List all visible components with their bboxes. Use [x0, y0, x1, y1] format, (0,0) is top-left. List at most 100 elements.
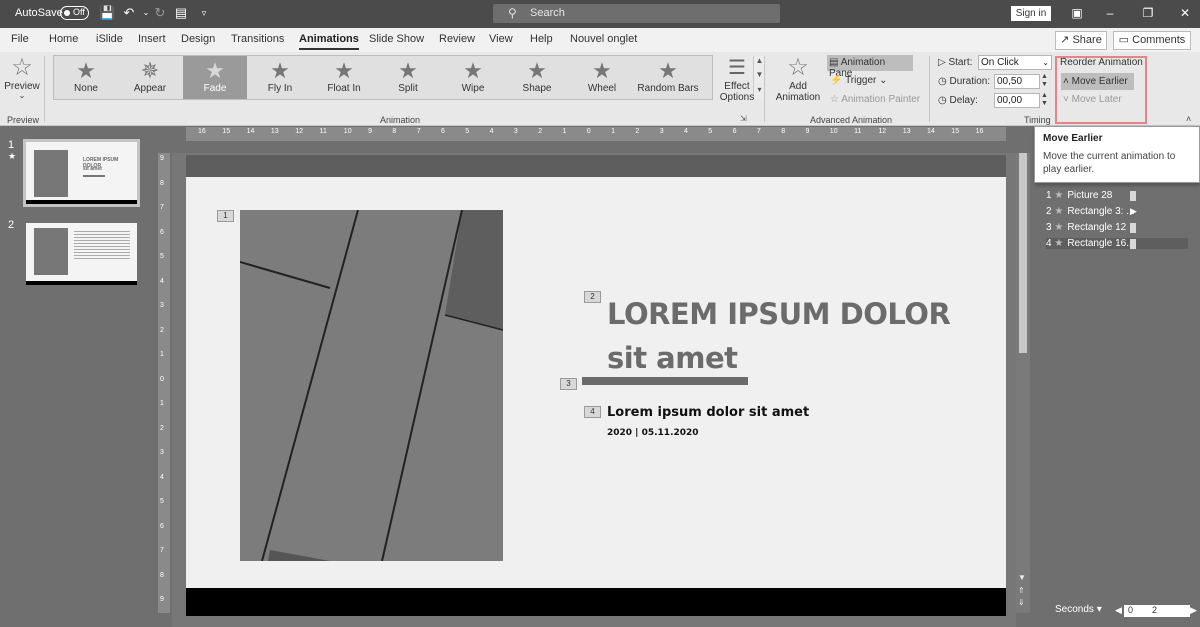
duration-spinner-icon[interactable]: ▲ ▼	[1041, 73, 1048, 89]
tab-file[interactable]: File	[11, 33, 29, 45]
slide-thumbnails-pane: 1 ★ LOREM IPSUM DOLOR sit amet 2	[0, 127, 156, 627]
reorder-highlight-box	[1055, 56, 1147, 124]
ruler-tick: 3	[160, 449, 164, 456]
thumb-bottom-bar	[26, 281, 137, 285]
effect-options-label-2: Options	[719, 92, 755, 103]
animation-split[interactable]: ★ Split	[376, 56, 440, 99]
autosave-toggle[interactable]: Off	[60, 6, 89, 20]
chevron-down-icon: ⌄	[18, 91, 26, 100]
delay-field[interactable]: 00,00	[994, 93, 1040, 108]
duration-value: 00,50	[997, 76, 1023, 87]
timeline-right-icon[interactable]: ▶	[1190, 605, 1197, 616]
tab-insert[interactable]: Insert	[138, 33, 166, 45]
animation-tag-4[interactable]: 4	[584, 406, 601, 418]
start-dropdown[interactable]: On Click ⌄	[978, 55, 1052, 70]
redo-icon[interactable]: ↻	[152, 5, 168, 21]
timeline-left-icon[interactable]: ◀	[1115, 605, 1122, 616]
ribbon: ☆ Preview ⌄ Preview ★ None ✵ Appear ★ Fade …	[0, 52, 1200, 126]
close-icon[interactable]: ✕	[1175, 4, 1195, 22]
preview-button[interactable]: ☆ Preview ⌄	[4, 55, 40, 100]
animation-wheel[interactable]: ★ Wheel	[570, 56, 634, 99]
animation-tag-3[interactable]: 3	[560, 378, 577, 390]
move-earlier-tooltip: Move Earlier Move the current animation …	[1034, 126, 1200, 183]
anim-item-3[interactable]: 3 ★ Rectangle 12	[1046, 222, 1126, 233]
slide-divider-bar[interactable]	[582, 377, 748, 385]
timeline-mark: 2	[1152, 605, 1158, 615]
seconds-dropdown[interactable]: Seconds ▾	[1055, 604, 1102, 615]
timing-group-label: Timing	[1024, 115, 1051, 125]
tab-home[interactable]: Home	[49, 33, 78, 45]
anim-item-1[interactable]: 1 ★ Picture 28	[1046, 190, 1112, 201]
tab-design[interactable]: Design	[181, 33, 215, 45]
animation-float-in[interactable]: ★ Float In	[312, 56, 376, 99]
sign-in-button[interactable]: Sign in	[1011, 6, 1051, 21]
anim-timing-bar[interactable]	[1130, 191, 1136, 201]
anim-timing-bar[interactable]	[1130, 223, 1136, 233]
anim-timing-bar[interactable]	[1130, 239, 1136, 249]
thumb-text-lines	[74, 231, 130, 261]
previous-slide-icon[interactable]: ⇑	[1018, 586, 1025, 595]
slide-thumbnail-1[interactable]: LOREM IPSUM DOLOR sit amet	[23, 139, 140, 207]
ruler-tick: 2	[160, 424, 164, 432]
comments-button[interactable]: ▭ Comments	[1113, 31, 1191, 50]
scroll-thumb[interactable]	[1019, 153, 1027, 353]
animation-label: None	[74, 83, 98, 94]
animation-wipe[interactable]: ★ Wipe	[441, 56, 505, 99]
animation-appear[interactable]: ✵ Appear	[118, 56, 182, 99]
tab-view[interactable]: View	[489, 33, 513, 45]
slide-dateline[interactable]: 2020 | 05.11.2020	[607, 428, 699, 438]
animation-fade[interactable]: ★ Fade	[183, 56, 247, 99]
present-icon[interactable]: ▤	[173, 5, 189, 21]
ribbon-display-icon[interactable]: ▣	[1067, 4, 1087, 22]
trigger-button[interactable]: ⚡ Trigger ⌄	[830, 75, 888, 86]
tab-help[interactable]: Help	[530, 33, 553, 45]
timeline-scale[interactable]: 0 2	[1124, 605, 1190, 617]
animation-label: Shape	[522, 83, 552, 94]
tab-nouvel-onglet[interactable]: Nouvel onglet	[570, 33, 637, 45]
search-box[interactable]: ⚲ Search	[493, 4, 780, 23]
slide-top-margin	[186, 155, 1006, 177]
undo-icon[interactable]: ↶	[121, 5, 137, 21]
vertical-scrollbar[interactable]: ▼ ⇑ ⇓	[1016, 153, 1030, 613]
customize-qat-icon[interactable]: ▿	[196, 5, 212, 21]
animation-none[interactable]: ★ None	[54, 56, 118, 99]
slide-subtitle[interactable]: Lorem ipsum dolor sit amet	[607, 405, 809, 420]
slide-photo[interactable]	[240, 210, 503, 561]
animation-random-bars[interactable]: ★ Random Bars	[634, 56, 702, 99]
anim-item-name: Picture 28	[1067, 190, 1113, 201]
next-slide-icon[interactable]: ⇓	[1018, 598, 1025, 607]
animation-pane-button[interactable]: ▤ Animation Pane	[827, 55, 913, 79]
tab-animations[interactable]: Animations	[299, 33, 359, 50]
animation-painter-button[interactable]: ☆ Animation Painter	[830, 94, 920, 105]
tab-islide[interactable]: iSlide	[96, 33, 123, 45]
anim-item-4[interactable]: 4 ★ Rectangle 16...	[1046, 238, 1188, 249]
animation-shape[interactable]: ★ Shape	[505, 56, 569, 99]
animation-fly-in[interactable]: ★ Fly In	[248, 56, 312, 99]
dialog-launcher-icon[interactable]: ⇲	[740, 114, 747, 123]
add-animation-button[interactable]: ☆ Add Animation	[770, 55, 826, 104]
star-icon: ★	[398, 58, 418, 83]
anim-item-2[interactable]: 2 ★ Rectangle 3: ...	[1046, 206, 1135, 217]
animation-tag-2[interactable]: 2	[584, 291, 601, 303]
tab-slide-show[interactable]: Slide Show	[369, 33, 424, 45]
tab-transitions[interactable]: Transitions	[231, 33, 284, 45]
slide-heading[interactable]: LOREM IPSUM DOLOR sit amet	[607, 292, 997, 380]
share-button[interactable]: ↗ Share	[1055, 31, 1107, 50]
duration-field[interactable]: 00,50	[994, 74, 1040, 89]
collapse-ribbon-icon[interactable]: ˄	[1186, 114, 1191, 124]
animation-label: Random Bars	[637, 83, 699, 94]
lightning-icon: ⚡	[830, 75, 843, 86]
separator	[929, 56, 930, 122]
delay-spinner-icon[interactable]: ▲ ▼	[1041, 92, 1048, 108]
effect-options-button[interactable]: ☰ Effect Options	[717, 55, 757, 103]
restore-icon[interactable]: ❐	[1138, 4, 1158, 22]
minimize-icon[interactable]: –	[1100, 4, 1120, 22]
animation-tag-1[interactable]: 1	[217, 210, 234, 222]
scroll-down-icon[interactable]: ▼	[1018, 573, 1026, 582]
play-icon: ▷	[938, 57, 946, 68]
tab-review[interactable]: Review	[439, 33, 475, 45]
ruler-tick: 9	[805, 128, 810, 135]
save-icon[interactable]: 💾	[99, 5, 115, 21]
animation-group-label: Animation	[380, 115, 421, 125]
slide-thumbnail-2[interactable]	[26, 223, 137, 285]
